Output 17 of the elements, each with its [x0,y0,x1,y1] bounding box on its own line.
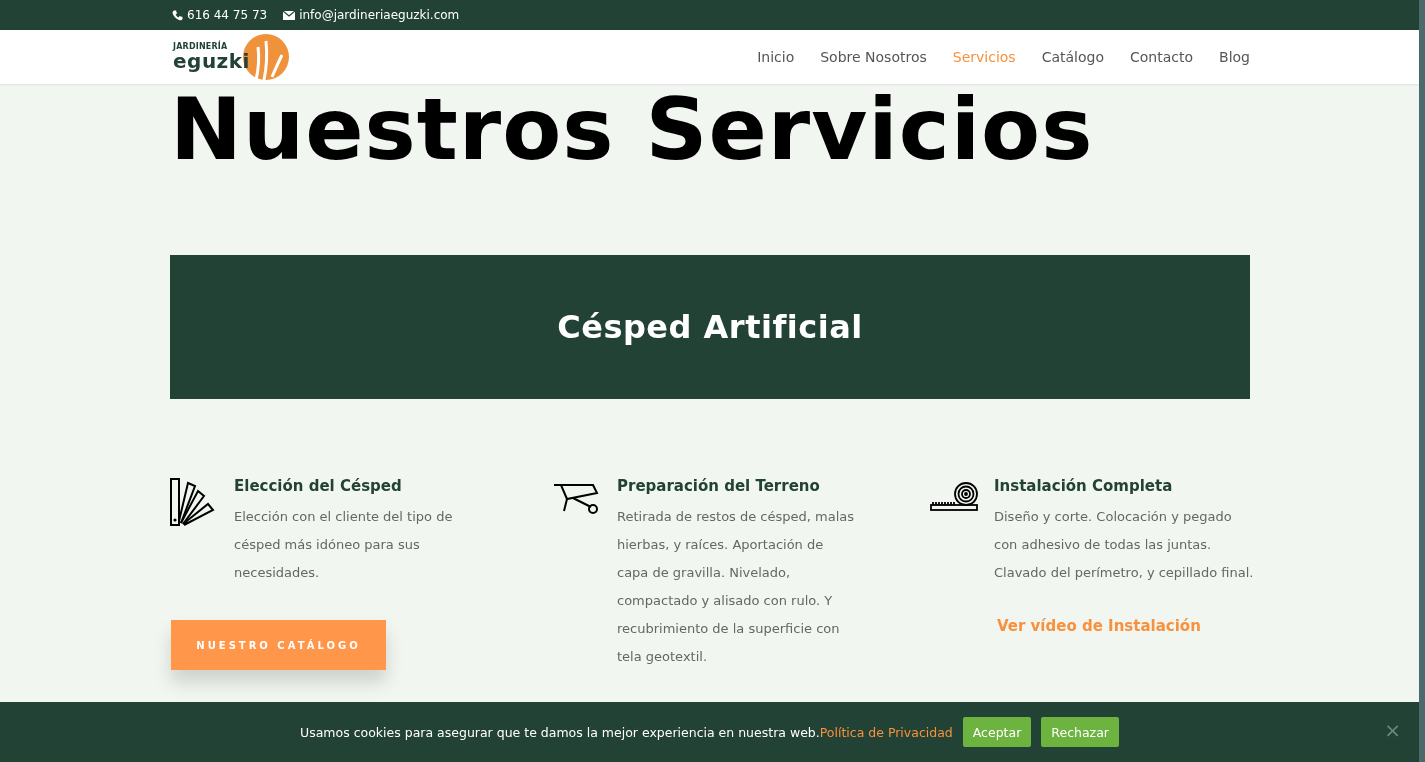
nav-link[interactable]: Blog [1206,49,1250,65]
nav-link[interactable]: Sobre Nosotros [807,49,940,65]
service-title: Elección del Césped [234,477,403,495]
phone-number[interactable]: 616 44 75 73 [187,8,268,22]
nav-link[interactable]: Contacto [1117,49,1207,65]
email-address[interactable]: info@jardineriaeguzki.com [299,8,460,22]
banner-title: Césped Artificial [557,308,863,346]
page-title: Nuestros Servicios [170,84,1095,172]
service-title: Preparación del Terreno [617,477,821,495]
service-title: Instalación Completa [994,477,1174,495]
service-description: Elección con el cliente del tipo de césped más idóneo para sus necesidades. [234,508,454,582]
cookie-message: Usamos cookies para asegurar que te damos la mejor experiencia en nuestra web. [300,724,820,740]
service-description: Retirada de restos de césped, malas hierbas, y raíces. Aportación de capa de gravilla. Nivelado, compactado y alisado con rulo. Y recubrimiento de la superficie con tela geotextil. [617,508,856,666]
nav-link[interactable]: Inicio [744,49,808,65]
service-description: Diseño y corte. Colocación y pegado con adhesivo de todas las juntas. Clavado del perímetro, y cepillado final. [994,508,1255,582]
privacy-link[interactable]: Política de Privacidad [819,724,953,740]
nav-link[interactable]: Catálogo [1028,49,1117,65]
